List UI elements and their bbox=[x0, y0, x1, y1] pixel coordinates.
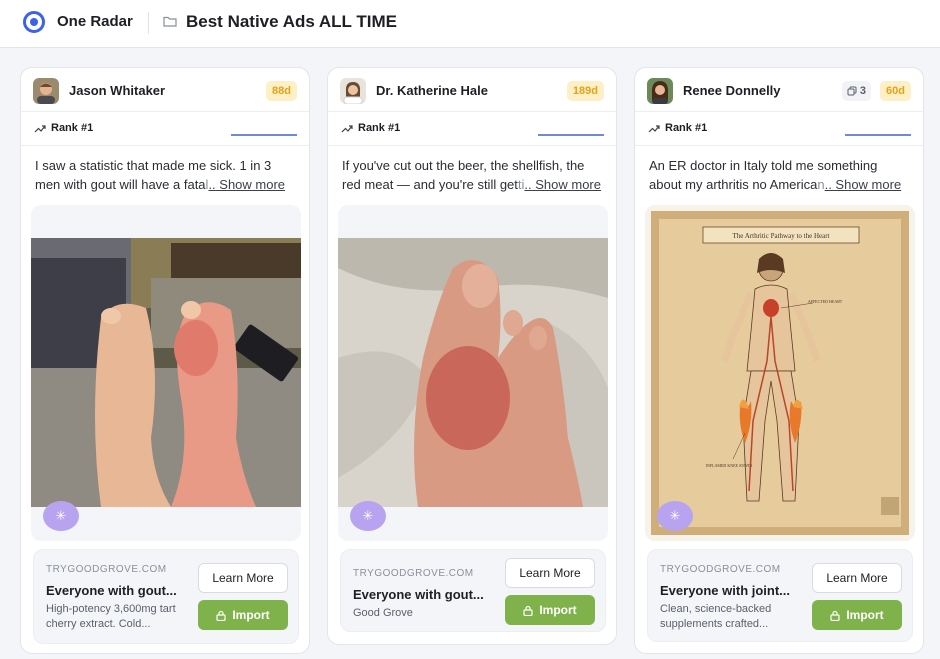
top-bar: One Radar Best Native Ads ALL TIME bbox=[0, 0, 940, 48]
rank-row: Rank #1 bbox=[328, 112, 616, 146]
learn-more-button[interactable]: Learn More bbox=[505, 558, 595, 588]
swollen-toe-photo bbox=[338, 238, 608, 507]
ad-card[interactable]: Renee Donnelly 3 60d Rank #1 An ER docto… bbox=[634, 67, 924, 654]
author-name[interactable]: Dr. Katherine Hale bbox=[376, 83, 488, 98]
ad-footer: TRYGOODGROVE.COM Everyone with gout... G… bbox=[340, 549, 606, 632]
show-more-link[interactable]: .. Show more bbox=[524, 177, 601, 192]
loading-spinner-icon: ✳ bbox=[43, 501, 79, 531]
duplicates-badge: 3 bbox=[841, 81, 871, 101]
radar-logo-icon[interactable] bbox=[23, 11, 45, 33]
ad-headline: Everyone with gout... bbox=[353, 587, 484, 602]
import-button[interactable]: Import bbox=[198, 600, 288, 630]
card-header: Jason Whitaker 88d bbox=[21, 68, 309, 112]
ad-headline: Everyone with joint... bbox=[660, 583, 791, 598]
ad-domain: TRYGOODGROVE.COM bbox=[46, 564, 167, 575]
import-label: Import bbox=[232, 608, 270, 622]
ad-domain: TRYGOODGROVE.COM bbox=[353, 568, 474, 579]
loading-spinner-icon: ✳ bbox=[350, 501, 386, 531]
rank-sparkline bbox=[538, 134, 604, 136]
avatar bbox=[647, 78, 673, 104]
ad-card[interactable]: Dr. Katherine Hale 189d Rank #1 If you'v… bbox=[327, 67, 617, 645]
divider bbox=[148, 12, 149, 34]
copy-icon bbox=[847, 86, 857, 96]
rank-label: Rank #1 bbox=[358, 122, 401, 134]
board-title[interactable]: Best Native Ads ALL TIME bbox=[186, 12, 397, 32]
import-label: Import bbox=[539, 603, 577, 617]
lock-icon bbox=[830, 610, 840, 621]
import-button[interactable]: Import bbox=[505, 595, 595, 625]
lock-icon bbox=[216, 610, 226, 621]
author-name[interactable]: Jason Whitaker bbox=[69, 83, 165, 98]
import-label: Import bbox=[846, 608, 884, 622]
card-header: Dr. Katherine Hale 189d bbox=[328, 68, 616, 112]
app-name[interactable]: One Radar bbox=[57, 13, 133, 30]
ad-card[interactable]: Jason Whitaker 88d Rank #1 I saw a stati… bbox=[20, 67, 310, 654]
age-badge: 88d bbox=[266, 81, 297, 101]
ad-copy: If you've cut out the beer, the shellfis… bbox=[342, 158, 601, 192]
rank-label: Rank #1 bbox=[51, 122, 94, 134]
rank-label: Rank #1 bbox=[665, 122, 708, 134]
svg-text:AFFECTED HEART: AFFECTED HEART bbox=[808, 299, 843, 304]
import-button[interactable]: Import bbox=[812, 600, 902, 630]
svg-text:The Arthritic Pathway to the H: The Arthritic Pathway to the Heart bbox=[733, 232, 830, 240]
svg-text:INFLAMED KNEE JOINTS: INFLAMED KNEE JOINTS bbox=[706, 463, 753, 468]
show-more-link[interactable]: .. Show more bbox=[208, 177, 285, 192]
loading-spinner-icon: ✳ bbox=[657, 501, 693, 531]
folder-icon bbox=[163, 16, 177, 27]
age-badge: 60d bbox=[880, 81, 911, 101]
trending-up-icon bbox=[648, 125, 660, 133]
rank-row: Rank #1 bbox=[21, 112, 309, 146]
trending-up-icon bbox=[34, 125, 46, 133]
trending-up-icon bbox=[341, 125, 353, 133]
ad-description: High-potency 3,600mg tart cherry extract… bbox=[46, 603, 176, 630]
avatar bbox=[33, 78, 59, 104]
avatar bbox=[340, 78, 366, 104]
ad-footer: TRYGOODGROVE.COM Everyone with gout... H… bbox=[33, 549, 299, 644]
author-name[interactable]: Renee Donnelly bbox=[683, 83, 781, 98]
arthritic-pathway-illustration: The Arthritic Pathway to the Heart AFFEC… bbox=[651, 211, 909, 535]
ad-media[interactable]: ✳ bbox=[31, 205, 301, 541]
ad-copy: An ER doctor in Italy told me something … bbox=[649, 158, 902, 192]
rank-sparkline bbox=[231, 134, 297, 136]
card-header: Renee Donnelly 3 60d bbox=[635, 68, 923, 112]
rank-row: Rank #1 bbox=[635, 112, 923, 146]
swollen-gout-feet-photo bbox=[31, 238, 301, 507]
ad-footer: TRYGOODGROVE.COM Everyone with joint... … bbox=[647, 549, 913, 642]
ad-copy: I saw a statistic that made me sick. 1 i… bbox=[35, 158, 286, 192]
lock-icon bbox=[523, 605, 533, 616]
ad-description: Good Grove bbox=[353, 607, 413, 619]
ad-media[interactable]: ✳ bbox=[338, 205, 608, 541]
ad-description: Clean, science-backed supplements crafte… bbox=[660, 603, 772, 630]
learn-more-button[interactable]: Learn More bbox=[198, 563, 288, 593]
rank-sparkline bbox=[845, 134, 911, 136]
age-badge: 189d bbox=[566, 81, 604, 101]
ad-media[interactable]: The Arthritic Pathway to the Heart AFFEC… bbox=[645, 205, 915, 541]
learn-more-button[interactable]: Learn More bbox=[812, 563, 902, 593]
ad-headline: Everyone with gout... bbox=[46, 583, 177, 598]
ad-domain: TRYGOODGROVE.COM bbox=[660, 564, 781, 575]
show-more-link[interactable]: .. Show more bbox=[825, 177, 902, 192]
